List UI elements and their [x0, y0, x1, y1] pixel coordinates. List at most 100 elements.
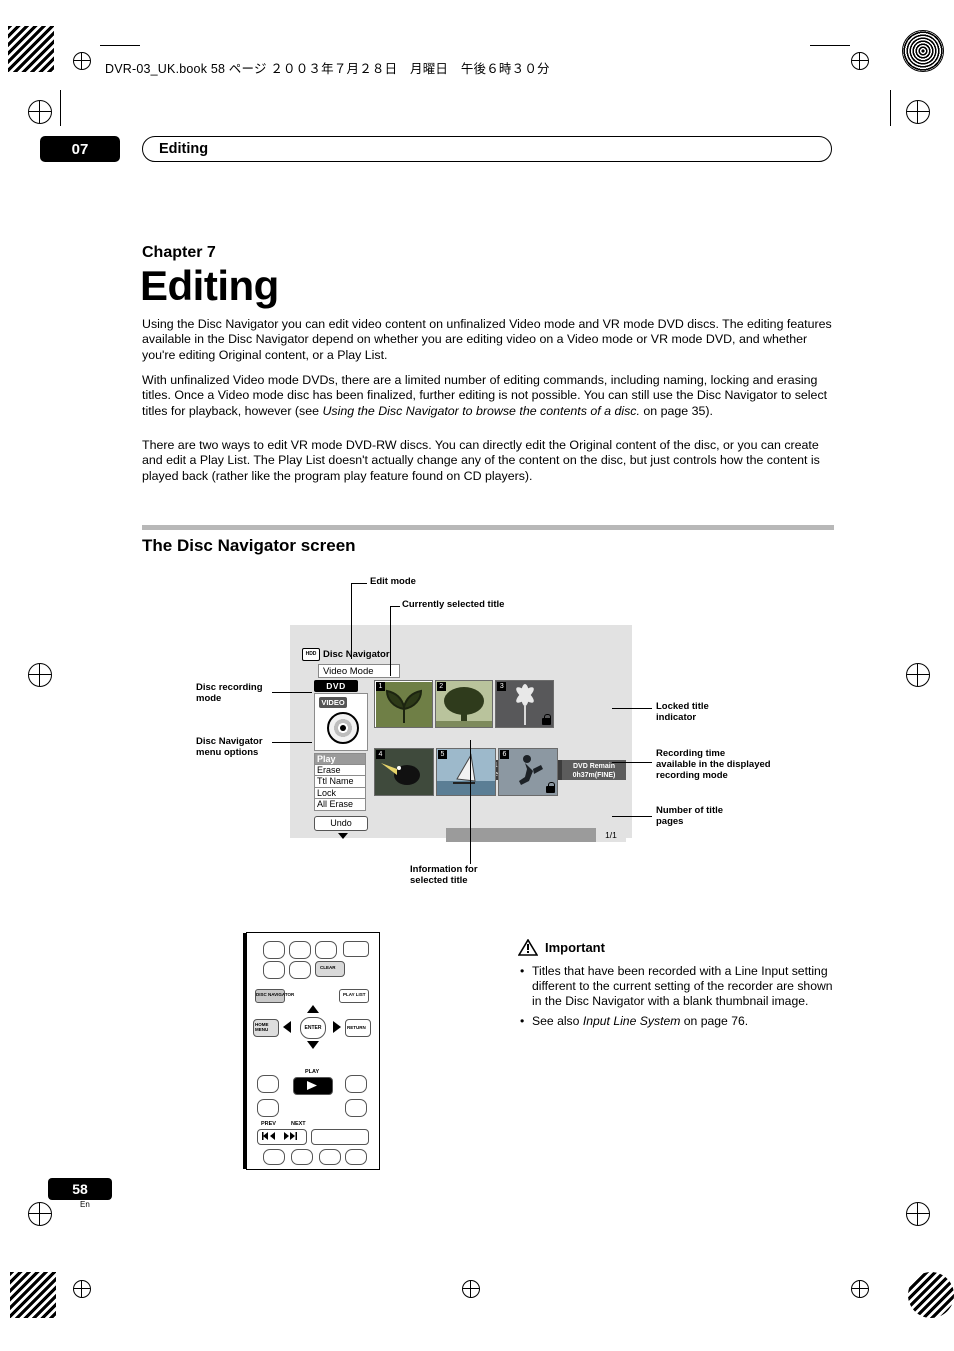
- dpad-down-icon[interactable]: [307, 1041, 319, 1049]
- remote-button-row7-1[interactable]: [263, 1149, 285, 1165]
- edit-mode-field[interactable]: Video Mode: [318, 664, 400, 678]
- menu-item-play[interactable]: Play: [314, 753, 366, 765]
- remote-button-row2-1[interactable]: [263, 961, 285, 979]
- important-item-2: See also Input Line System on page 76.: [520, 1014, 835, 1029]
- thumbnail-row-1: 1 2 3: [374, 680, 555, 728]
- registration-mark-left-upper: [28, 100, 52, 124]
- registration-mark-bottom-center: [462, 1280, 480, 1298]
- leader-info-title-v: [470, 740, 471, 864]
- registration-mark-right-lower: [906, 1202, 930, 1226]
- leader-page-count: [612, 816, 652, 817]
- remote-button-row5-1[interactable]: [257, 1075, 279, 1093]
- thumbnail-1[interactable]: 1: [374, 680, 433, 728]
- dpad-up-icon[interactable]: [307, 1005, 319, 1013]
- warning-icon: [518, 939, 538, 956]
- remote-enter-button[interactable]: ENTER: [300, 1017, 326, 1039]
- remote-button-top-1[interactable]: [263, 941, 285, 959]
- remote-button-top-3[interactable]: [315, 941, 337, 959]
- remote-dpad[interactable]: ENTER: [281, 1005, 343, 1049]
- dpad-left-icon[interactable]: [283, 1021, 291, 1033]
- page-language: En: [80, 1200, 90, 1209]
- remote-prev-label: PREV: [261, 1121, 276, 1127]
- thumbnail-5[interactable]: 5: [436, 748, 496, 796]
- paragraph-2: With unfinalized Video mode DVDs, there …: [142, 373, 828, 418]
- important-list: Titles that have been recorded with a Li…: [520, 964, 835, 1033]
- page: DVR-03_UK.book 58 ページ ２００３年７月２８日 月曜日 午後６…: [0, 0, 954, 1351]
- undo-button[interactable]: Undo: [314, 815, 368, 831]
- dpad-right-icon[interactable]: [333, 1021, 341, 1033]
- thumbnail-number: 1: [376, 682, 385, 691]
- important-item-1: Titles that have been recorded with a Li…: [520, 964, 835, 1010]
- thumbnail-6[interactable]: 6: [498, 748, 558, 796]
- thumbnail-row-2: 4 5 6: [374, 748, 558, 796]
- section-rule: [142, 525, 834, 530]
- callout-disc-navigator-menu-options: Disc Navigator menu options: [196, 736, 263, 758]
- disc-recording-mode-box: VIDEO: [314, 693, 368, 751]
- callout-number-of-title-pages: Number of title pages: [656, 805, 724, 827]
- disc-info-column: DVD VIDEO Play Erase Ttl Name Lock All E…: [314, 680, 372, 839]
- remote-disc-navigator-label: DISC NAVIGATOR: [256, 992, 295, 997]
- running-head: Editing: [142, 136, 832, 162]
- menu-item-ttl-name[interactable]: Ttl Name: [314, 776, 366, 788]
- remote-button-bottombar[interactable]: [311, 1129, 369, 1145]
- registration-mark-top-left: [73, 52, 91, 70]
- remote-button-row7-3[interactable]: [319, 1149, 341, 1165]
- locked-title-icon: [542, 714, 552, 725]
- thumbnail-3[interactable]: 3: [495, 680, 555, 728]
- chevron-down-icon: [338, 832, 348, 839]
- thumbnail-2[interactable]: 2: [434, 680, 494, 728]
- book-header-line: DVR-03_UK.book 58 ページ ２００３年７月２８日 月曜日 午後６…: [105, 62, 550, 76]
- remote-home-menu-label: HOME MENU: [255, 1022, 269, 1032]
- disc-icon: [327, 712, 359, 744]
- chapter-label: Chapter 7: [142, 244, 216, 261]
- page-number: 58: [48, 1178, 112, 1200]
- remote-button-row6-2[interactable]: [345, 1099, 367, 1117]
- registration-mark-right-mid: [906, 663, 930, 687]
- disc-navigator-menu: Play Erase Ttl Name Lock All Erase: [314, 753, 366, 811]
- leader-selected-title-h: [390, 606, 400, 607]
- important-title: Important: [545, 940, 605, 955]
- thumbnail-number: 3: [497, 682, 507, 691]
- callout-locked-title-indicator: Locked title indicator: [656, 701, 709, 723]
- corner-registration-block-tl: [8, 26, 54, 72]
- chapter-number-tab: 07: [40, 136, 120, 162]
- thumbnail-number: 4: [376, 750, 385, 759]
- remote-button-row7-2[interactable]: [291, 1149, 313, 1165]
- remote-button-row6-1[interactable]: [257, 1099, 279, 1117]
- page-indicator-bar: 1/1: [446, 828, 626, 842]
- registration-mark-right-upper: [906, 100, 930, 124]
- circle-target-tr: [902, 30, 944, 72]
- callout-edit-mode: Edit mode: [370, 576, 416, 587]
- corner-registration-block-br: [908, 1272, 954, 1318]
- leader-edit-mode-v: [351, 583, 352, 659]
- crop-mark-top-right: [810, 45, 850, 46]
- remote-play-label: PLAY: [305, 1069, 320, 1075]
- remote-button-row2-2[interactable]: [289, 961, 311, 979]
- leader-selected-title-v: [390, 606, 391, 676]
- dvd-badge: DVD: [314, 680, 358, 692]
- thumbnail-number: 6: [500, 750, 509, 759]
- hdd-icon: HDD: [302, 648, 320, 661]
- leader-edit-mode-h: [351, 583, 367, 584]
- registration-mark-bottom-left: [73, 1280, 91, 1298]
- prev-icon: [262, 1132, 275, 1140]
- registration-mark-top-right: [851, 52, 869, 70]
- remote-button-row5-2[interactable]: [345, 1075, 367, 1093]
- menu-item-all-erase[interactable]: All Erase: [314, 799, 366, 811]
- next-icon: [284, 1132, 297, 1140]
- remote-return-label: RETURN: [347, 1025, 366, 1030]
- thumbnail-4[interactable]: 4: [374, 748, 434, 796]
- play-icon: [307, 1081, 317, 1090]
- remote-button-top-4[interactable]: [343, 941, 369, 957]
- menu-item-erase[interactable]: Erase: [314, 764, 366, 776]
- title-thumbnail-grid: 1 2 3 DVD Remain 0h37m(FINE) 4 5 6 1/1: [374, 680, 626, 842]
- registration-mark-left-mid: [28, 663, 52, 687]
- paragraph-3: There are two ways to edit VR mode DVD-R…: [142, 438, 820, 483]
- locked-title-icon: [546, 782, 555, 793]
- remote-left-edge: [243, 933, 246, 1169]
- remote-button-top-2[interactable]: [289, 941, 311, 959]
- thumbnail-number: 2: [436, 682, 446, 691]
- menu-item-lock[interactable]: Lock: [314, 787, 366, 799]
- leader-menu-options: [272, 742, 312, 743]
- remote-button-row7-4[interactable]: [345, 1149, 367, 1165]
